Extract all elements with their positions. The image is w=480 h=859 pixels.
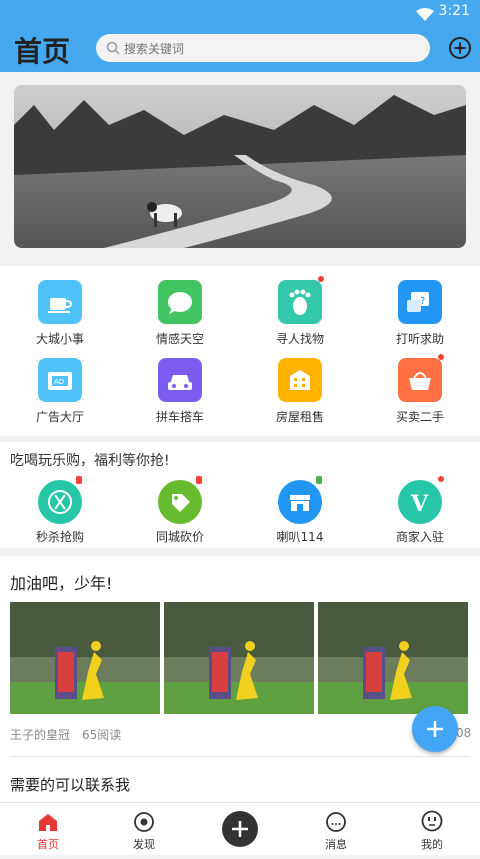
feed-thumbnail[interactable]	[318, 602, 468, 714]
face-icon	[421, 810, 443, 832]
message-icon	[326, 812, 346, 832]
feed-author: 王子的皇冠	[10, 728, 71, 742]
promo-section: 吃喝玩乐购，福利等你抢! 秒杀抢购 同城砍价 喇叭114 V 商家入驻	[0, 442, 480, 548]
v-badge-icon: V	[398, 480, 442, 524]
next-feed-title: 需要的可以联系我	[10, 776, 131, 794]
category-grid: 大城小事 情感天空 寻人找物 ? 打听求助 AD 广告大厅 拼车搭车 房屋租售 …	[0, 266, 480, 436]
footprint-icon	[278, 280, 322, 324]
grid-item-second-hand[interactable]: 买卖二手	[360, 344, 480, 424]
feed-card[interactable]: 加油吧，少年! 王子的皇冠 65阅读 08 需要的可以联系我	[0, 556, 480, 802]
plus-circle-icon	[449, 37, 471, 59]
ad-ticket-icon: AD	[38, 358, 82, 402]
tab-label: 我的	[421, 838, 443, 851]
grid-item-help[interactable]: ? 打听求助	[360, 266, 480, 346]
question-chat-icon: ?	[398, 280, 442, 324]
promo-item-label: 同城砍价	[155, 530, 204, 544]
storefront-icon	[278, 480, 322, 524]
price-tag-icon	[158, 480, 202, 524]
bottom-tab-bar: 首页 发现 消息 我的	[0, 802, 480, 855]
add-button[interactable]	[448, 36, 472, 60]
tab-label: 发现	[133, 838, 155, 851]
tab-profile[interactable]: 我的	[384, 803, 480, 855]
grid-item-emotion[interactable]: 情感天空	[120, 266, 240, 346]
grid-item-carpool[interactable]: 拼车搭车	[120, 344, 240, 424]
badge-tag	[76, 476, 82, 484]
chat-bubble-icon	[158, 280, 202, 324]
promo-item-114[interactable]: 喇叭114	[240, 442, 360, 544]
grid-item-ads[interactable]: AD 广告大厅	[0, 344, 120, 424]
fork-knife-icon	[38, 480, 82, 524]
grid-item-housing[interactable]: 房屋租售	[240, 344, 360, 424]
publish-plus-icon	[222, 811, 258, 847]
grid-item-daily[interactable]: 大城小事	[0, 266, 120, 346]
park-photo	[164, 602, 314, 714]
promo-item-merchant[interactable]: V 商家入驻	[360, 442, 480, 544]
promo-item-label: 商家入驻	[395, 530, 444, 544]
tab-discover[interactable]: 发现	[96, 803, 192, 855]
compass-icon	[134, 812, 154, 832]
tab-label: 首页	[37, 838, 59, 851]
svg-text:?: ?	[420, 296, 425, 307]
feed-trailing: 08	[456, 726, 472, 740]
notification-dot	[318, 276, 324, 282]
grid-item-lost-found[interactable]: 寻人找物	[240, 266, 360, 346]
basket-icon	[398, 358, 442, 402]
promo-item-label: 秒杀抢购	[35, 530, 84, 544]
svg-text:AD: AD	[54, 378, 64, 386]
coffee-icon	[38, 280, 82, 324]
badge-tag	[196, 476, 202, 484]
landscape-photo	[14, 85, 466, 248]
wifi-icon	[416, 6, 434, 25]
grid-item-label: 广告大厅	[35, 410, 84, 424]
app-header: 首页	[0, 24, 480, 72]
notification-dot	[438, 476, 444, 482]
floating-add-button[interactable]	[412, 706, 458, 752]
status-bar: 3:21	[0, 0, 480, 24]
tab-label: 消息	[325, 838, 347, 851]
feed-thumbnail[interactable]	[10, 602, 160, 714]
building-icon	[278, 358, 322, 402]
grid-item-label: 拼车搭车	[155, 410, 204, 424]
grid-item-label: 房屋租售	[275, 410, 324, 424]
search-box[interactable]	[96, 34, 430, 62]
tab-publish[interactable]	[192, 803, 288, 855]
status-time: 3:21	[438, 3, 470, 19]
grid-item-label: 买卖二手	[395, 410, 444, 424]
banner-image[interactable]	[14, 85, 466, 248]
home-icon	[39, 814, 57, 831]
park-photo	[318, 602, 468, 714]
feed-reads: 65阅读	[82, 728, 122, 742]
search-input[interactable]	[122, 38, 416, 60]
badge-tag	[316, 476, 322, 484]
notification-dot	[438, 354, 444, 360]
divider	[10, 756, 470, 757]
park-photo	[10, 602, 160, 714]
svg-text:V: V	[410, 491, 429, 517]
car-icon	[158, 358, 202, 402]
feed-title: 加油吧，少年!	[10, 574, 113, 593]
tab-home[interactable]: 首页	[0, 803, 96, 855]
promo-item-label: 喇叭114	[276, 530, 324, 544]
search-icon	[106, 40, 120, 59]
promo-item-flash-sale[interactable]: 秒杀抢购	[0, 442, 120, 544]
promo-item-bargain[interactable]: 同城砍价	[120, 442, 240, 544]
tab-messages[interactable]: 消息	[288, 803, 384, 855]
page-title: 首页	[14, 35, 71, 68]
plus-icon	[427, 721, 443, 737]
feed-thumbnail[interactable]	[164, 602, 314, 714]
